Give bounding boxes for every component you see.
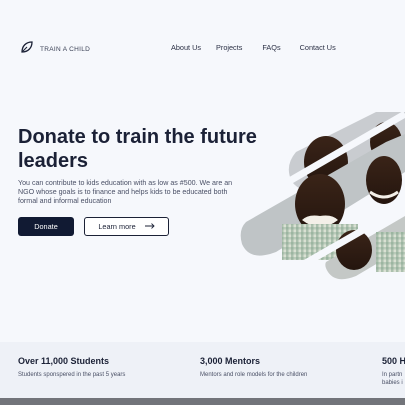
stat-subtitle: Students sponspered in the past 5 years (18, 372, 126, 378)
footer-bar (0, 398, 405, 405)
stat-mentors: 3,000 Mentors Mentors and role models fo… (200, 356, 307, 380)
stat-subtitle-line-1: In partn (382, 372, 403, 378)
nav-link-about-us[interactable]: About Us (171, 43, 201, 52)
brand-name: TRAIN A CHILD (40, 46, 91, 53)
nav-link-projects[interactable]: Projects (216, 43, 242, 52)
top-nav: TRAIN A CHILD About Us Projects FAQs Con… (0, 0, 405, 95)
stat-students: Over 11,000 Students Students sponspered… (18, 356, 125, 380)
arrow-right-icon (144, 222, 155, 231)
learn-more-button[interactable]: Learn more (84, 217, 169, 236)
donate-button[interactable]: Donate (18, 217, 74, 236)
hero-title: Donate to train the future leaders (18, 126, 257, 172)
stat-subtitle-line-2: babies i (382, 379, 403, 386)
learn-more-label: Learn more (98, 222, 136, 231)
hero-description: You can contribute to kids education wit… (18, 179, 233, 206)
nav-links: About Us Projects FAQs Contact Us (171, 43, 336, 52)
stats-band: Over 11,000 Students Students sponspered… (0, 342, 405, 398)
hero-children-photo (234, 110, 405, 284)
stat-subtitle: In partn babies i (382, 372, 405, 387)
nav-link-contact-us[interactable]: Contact Us (300, 43, 336, 52)
brand-logo[interactable]: TRAIN A CHILD (20, 40, 90, 59)
donate-button-label: Donate (34, 222, 58, 231)
nav-link-faqs[interactable]: FAQs (262, 43, 280, 52)
stat-title: Over 11,000 Students (18, 356, 110, 366)
stat-subtitle: Mentors and role models for the children (200, 372, 308, 378)
stat-partners: 500 H In partn babies i (382, 356, 405, 387)
stat-title: 500 H (382, 356, 405, 366)
leaf-icon (20, 40, 34, 59)
stat-title: 3,000 Mentors (200, 356, 261, 366)
